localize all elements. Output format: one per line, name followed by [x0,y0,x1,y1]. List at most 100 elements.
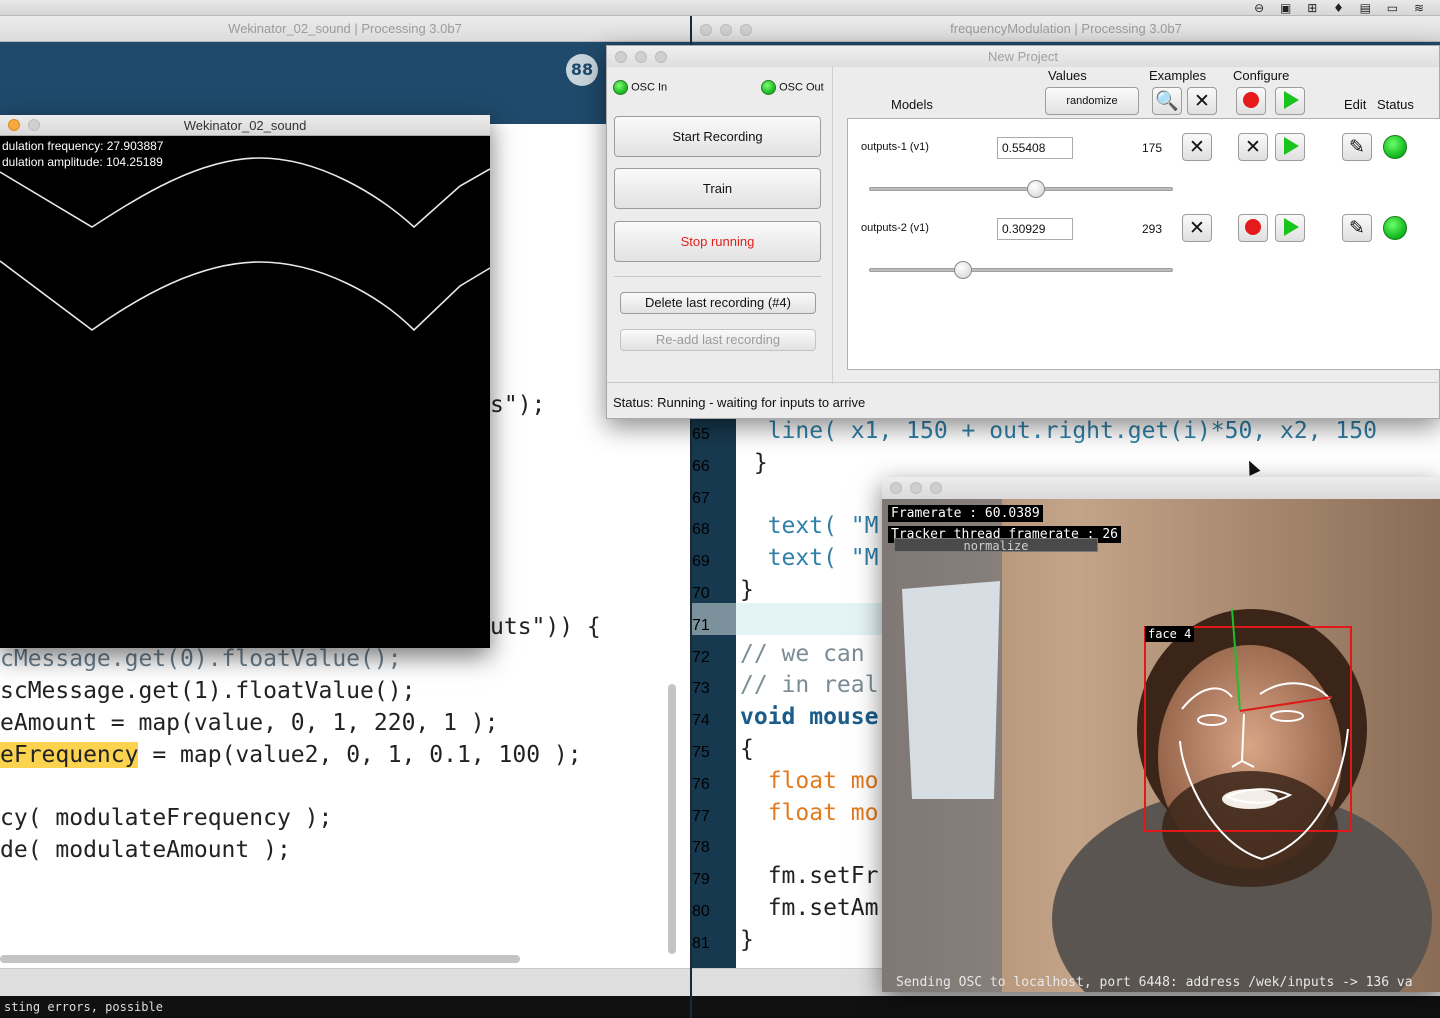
search-icon[interactable]: 🔍 [1152,87,1182,115]
normalize-button[interactable]: normalize [894,538,1098,553]
randomize-button[interactable]: randomize [1045,87,1139,115]
code-line: // we can [740,640,865,667]
console-output: sting errors, possible [0,996,690,1018]
osc-out-indicator: OSC Out [761,80,824,95]
slider-thumb[interactable] [1027,180,1046,198]
console-divider [0,955,690,996]
line-number: 80 [692,903,710,920]
code-line: } [740,577,754,603]
models-panel: outputs-1 (v1) 0.55408 175 ✕ ✕ ✎ outputs… [847,118,1440,370]
wekinator-titlebar[interactable]: New Project [607,46,1439,67]
mode-selector-button[interactable]: 88 [566,54,598,86]
configure-header: Configure [1233,68,1290,83]
record-all-button[interactable] [1236,87,1266,115]
line-number: 73 [692,680,710,698]
stop-running-button[interactable]: Stop running [614,221,821,262]
model-value-field[interactable]: 0.55408 [997,137,1073,159]
example-count: 293 [1142,222,1163,236]
face-tracker-titlebar[interactable] [882,477,1440,499]
model-status-led [1383,135,1407,159]
code-line: de( modulateAmount ); [0,837,291,863]
waveform-canvas [0,157,490,332]
model-status-led [1383,216,1407,240]
delete-examples-icon[interactable]: ✕ [1182,214,1212,242]
window-titlebar[interactable]: frequencyModulation | Processing 3.0b7 [692,16,1440,42]
line-number: 77 [692,807,710,825]
line-number: 72 [692,648,710,666]
face-id-label: face 4 [1145,626,1195,642]
examples-header: Examples [1149,68,1207,83]
osc-out-led [761,80,776,95]
osc-in-led [613,80,628,95]
code-line: void mouse [740,704,879,731]
sketch-window: Wekinator_02_sound dulation frequency: 2… [0,115,490,648]
status-header: Status [1377,97,1414,112]
camera-feed: Framerate : 60.0389 Tracker thread frame… [882,499,1440,992]
line-number: 79 [692,871,710,889]
code-line: // in real [740,672,879,699]
play-icon [1284,218,1299,236]
slider-thumb[interactable] [954,261,973,279]
framerate-label: Framerate : 60.0389 [888,505,1043,522]
model-name: outputs-2 (v1) [861,222,929,234]
osc-in-label: OSC In [631,81,668,94]
model-value-field[interactable]: 0.30929 [997,218,1073,240]
code-line: float mo [740,799,879,826]
delete-examples-icon[interactable]: ✕ [1182,133,1212,161]
train-button[interactable]: Train [614,168,821,209]
sketch-titlebar[interactable]: Wekinator_02_sound [0,115,490,136]
code-line-highlighted: eFrequency = map(value2, 0, 1, 0.1, 100 … [0,742,582,768]
code-line: uts")) { [490,614,601,640]
line-number: 65 [692,426,710,443]
model-slider[interactable] [869,268,1173,272]
delete-all-examples-icon[interactable]: ✕ [1187,87,1217,115]
waveform-right [0,260,490,332]
model-slider[interactable] [869,187,1173,191]
window-controls[interactable] [890,482,942,494]
run-model-button[interactable] [1275,133,1305,161]
window-controls[interactable] [8,119,40,131]
code-line: text( "M [740,545,879,572]
wekinator-title: New Project [987,49,1059,64]
code-line: fm.setAm [740,895,879,921]
line-number: 78 [692,839,710,857]
line-number: 75 [692,744,710,761]
code-line: line( x1, 150 + out.right.get(i)*50, x2,… [740,418,1377,444]
models-header: Models [891,97,933,112]
edit-model-icon[interactable]: ✎ [1342,133,1372,161]
horizontal-scrollbar[interactable] [0,955,520,963]
code-line: } [740,449,768,476]
code-line: eAmount = map(value, 0, 1, 220, 1 ); [0,710,499,736]
face-tracker-window: Framerate : 60.0389 Tracker thread frame… [882,477,1440,992]
edit-model-icon[interactable]: ✎ [1342,214,1372,242]
record-model-button[interactable] [1238,214,1268,242]
window-controls[interactable] [700,24,752,36]
play-icon [1284,91,1299,109]
readd-last-recording-button[interactable]: Re-add last recording [620,329,816,351]
run-model-button[interactable] [1275,214,1305,242]
disable-record-icon[interactable]: ✕ [1238,133,1268,161]
vertical-scrollbar[interactable] [668,684,676,954]
status-line: Status: Running - waiting for inputs to … [613,395,866,410]
line-number: 67 [692,489,710,507]
example-count: 175 [1142,141,1163,155]
waveform-left [0,157,490,229]
line-number: 69 [692,553,710,571]
code-line: float mo [740,767,879,794]
console-output [692,996,1440,1018]
window-titlebar[interactable]: Wekinator_02_sound | Processing 3.0b7 [0,16,690,42]
code-line: } [740,926,754,953]
edit-header: Edit [1344,97,1367,112]
code-line: fm.setFr [740,863,879,890]
window-controls[interactable] [615,51,667,63]
wekinator-window: New Project OSC In OSC Out Start Recordi… [606,45,1440,419]
line-number: 66 [692,457,710,475]
window-title: Wekinator_02_sound | Processing 3.0b7 [228,21,462,36]
menu-bar: ⊖ ▣ ⊞ ♦ ▤ ▭ ≋ [0,0,1440,16]
line-number: 81 [692,934,710,952]
run-all-button[interactable] [1275,87,1305,115]
line-number: 70 [692,585,710,602]
start-recording-button[interactable]: Start Recording [614,116,821,157]
delete-last-recording-button[interactable]: Delete last recording (#4) [620,292,816,314]
menubar-status-icons[interactable]: ⊖ ▣ ⊞ ♦ ▤ ▭ ≋ [1254,1,1430,15]
